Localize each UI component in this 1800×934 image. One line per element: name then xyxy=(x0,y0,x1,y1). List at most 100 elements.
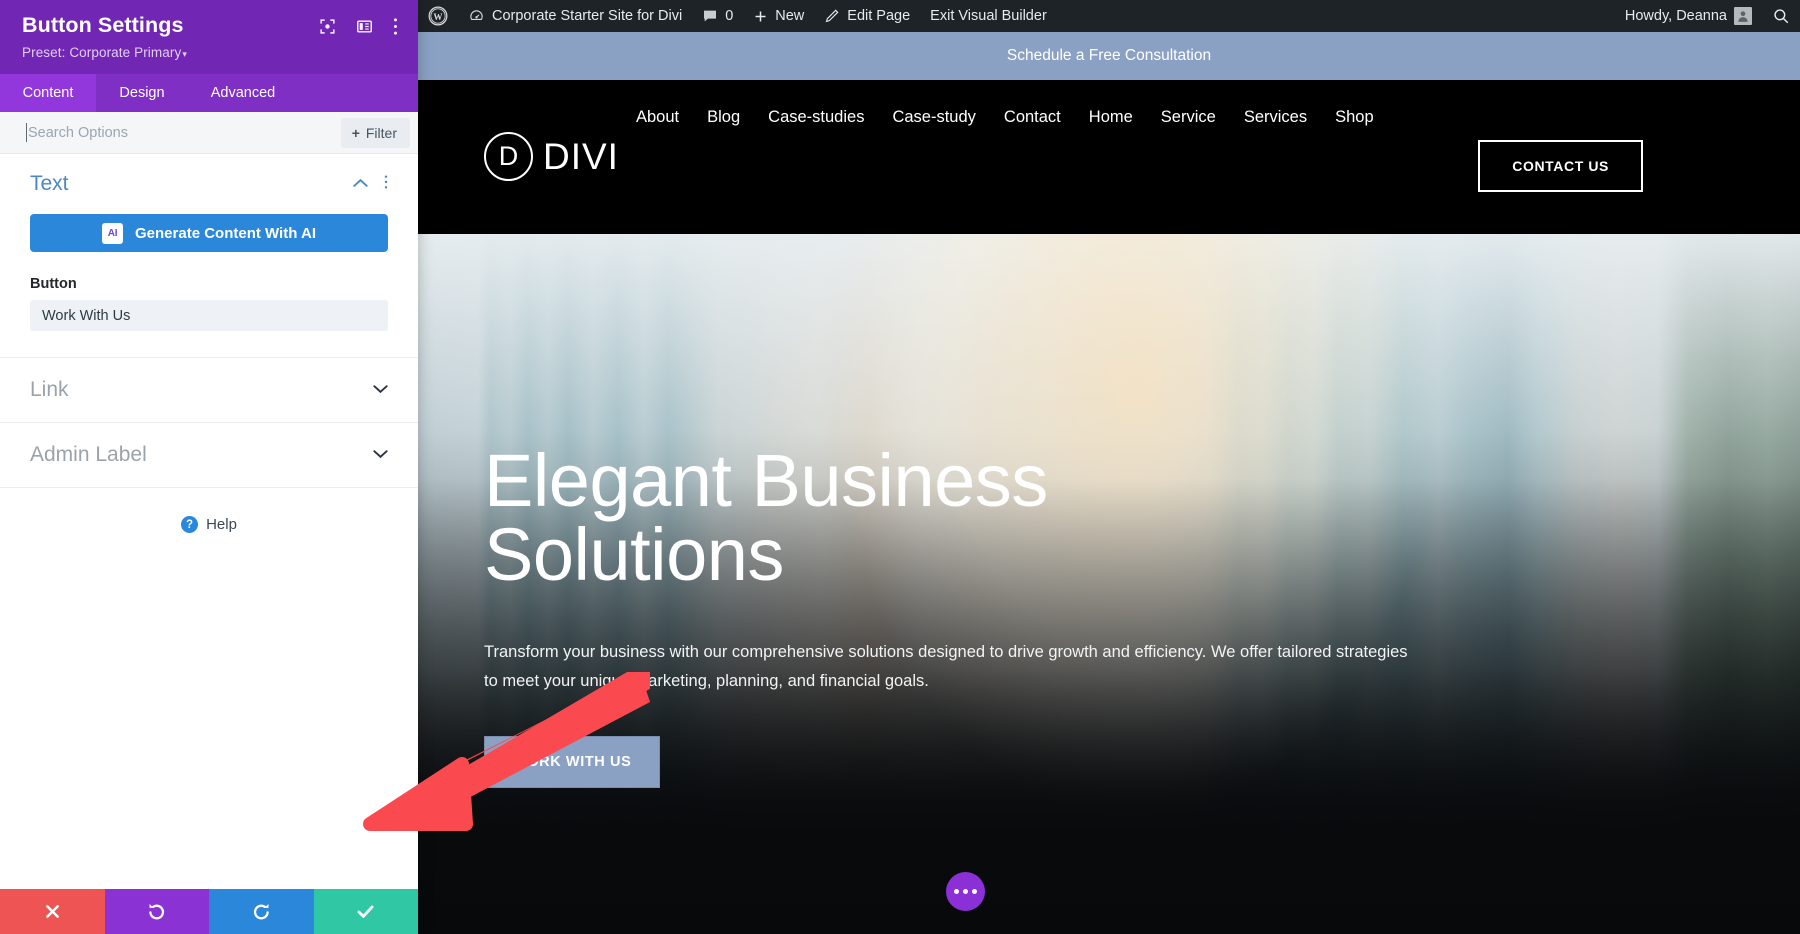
header-contact-us-button[interactable]: CONTACT US xyxy=(1478,140,1643,192)
search-input[interactable] xyxy=(0,125,341,141)
hero-work-with-us-button[interactable]: WORK WITH US xyxy=(484,736,660,788)
section-link[interactable]: Link xyxy=(0,358,418,423)
redo-button[interactable] xyxy=(209,889,314,934)
divi-logo-text: DIVI xyxy=(543,136,619,178)
hero-section: Elegant Business Solutions Transform you… xyxy=(418,234,1800,934)
hero-title: Elegant Business Solutions xyxy=(484,444,1244,592)
nav-item-services[interactable]: Services xyxy=(1244,108,1307,127)
chevron-down-icon: ▾ xyxy=(182,49,187,59)
more-options-icon[interactable] xyxy=(393,17,398,41)
panel-header-icons xyxy=(319,12,398,41)
dot-3-icon xyxy=(972,889,977,894)
pencil-icon xyxy=(824,8,840,24)
filter-button-label: Filter xyxy=(366,125,397,141)
wp-logo-menu[interactable]: W xyxy=(418,0,458,32)
help-link[interactable]: ? Help xyxy=(0,488,418,533)
tab-advanced[interactable]: Advanced xyxy=(188,74,298,112)
wp-new[interactable]: New xyxy=(743,0,814,32)
nav-item-contact[interactable]: Contact xyxy=(1004,108,1061,127)
cancel-button[interactable] xyxy=(0,889,105,934)
preset-selector[interactable]: Preset: Corporate Primary▾ xyxy=(22,45,398,60)
chevron-down-icon[interactable] xyxy=(373,381,388,399)
chevron-up-icon[interactable] xyxy=(353,175,368,193)
panel-layout-icon[interactable] xyxy=(356,18,373,40)
section-admin-label[interactable]: Admin Label xyxy=(0,423,418,488)
nav-item-blog[interactable]: Blog xyxy=(707,108,740,127)
button-field-label: Button xyxy=(30,276,388,292)
preset-label: Preset: Corporate Primary xyxy=(22,45,181,60)
wp-edit-page[interactable]: Edit Page xyxy=(814,0,920,32)
help-label: Help xyxy=(206,516,237,533)
divi-logo-mark: D xyxy=(484,132,533,181)
save-button[interactable] xyxy=(314,889,419,934)
button-settings-panel: Button Settings xyxy=(0,0,418,934)
section-text-title: Text xyxy=(30,172,69,196)
wp-new-label: New xyxy=(775,8,804,24)
wp-exit-builder-label: Exit Visual Builder xyxy=(930,8,1047,24)
tab-design[interactable]: Design xyxy=(96,74,188,112)
dot-1-icon xyxy=(954,889,959,894)
wp-account-menu[interactable]: Howdy, Deanna xyxy=(1615,0,1762,32)
avatar xyxy=(1734,7,1752,25)
chevron-down-icon[interactable] xyxy=(373,446,388,464)
comment-icon xyxy=(702,8,718,24)
hero-content: Elegant Business Solutions Transform you… xyxy=(484,444,1740,788)
panel-tabs: Content Design Advanced xyxy=(0,74,418,112)
nav-item-home[interactable]: Home xyxy=(1089,108,1133,127)
wp-edit-page-label: Edit Page xyxy=(847,8,910,24)
panel-header: Button Settings xyxy=(0,0,418,74)
screen-root: W Corporate Starter Site for Divi 0 xyxy=(0,0,1800,934)
panel-body: Text xyxy=(0,154,418,889)
search-row: + Filter xyxy=(0,112,418,154)
generate-content-with-ai-button[interactable]: AI Generate Content With AI xyxy=(30,214,388,252)
dot-2-icon xyxy=(963,889,968,894)
wp-admin-bar: W Corporate Starter Site for Divi 0 xyxy=(418,0,1800,32)
nav-item-about[interactable]: About xyxy=(636,108,679,127)
checkmark-icon xyxy=(355,901,376,922)
announcement-bar[interactable]: Schedule a Free Consultation xyxy=(418,32,1800,80)
announcement-text: Schedule a Free Consultation xyxy=(1007,47,1211,65)
search-icon xyxy=(1772,7,1790,25)
site-logo[interactable]: D DIVI xyxy=(484,132,619,181)
section-text-header[interactable]: Text xyxy=(30,172,388,196)
undo-icon xyxy=(146,901,167,922)
user-icon xyxy=(1736,9,1750,23)
ai-badge-icon: AI xyxy=(102,223,123,244)
wp-site-name[interactable]: Corporate Starter Site for Divi xyxy=(458,0,692,32)
nav-item-shop[interactable]: Shop xyxy=(1335,108,1374,127)
section-link-title: Link xyxy=(30,378,69,402)
close-icon xyxy=(43,902,62,921)
button-text-input[interactable] xyxy=(30,300,388,331)
nav-item-case-study[interactable]: Case-study xyxy=(892,108,975,127)
wp-comments[interactable]: 0 xyxy=(692,0,743,32)
wp-site-name-label: Corporate Starter Site for Divi xyxy=(492,8,682,24)
section-admin-label-title: Admin Label xyxy=(30,443,147,467)
dashboard-icon xyxy=(468,8,485,25)
redo-icon xyxy=(251,901,272,922)
help-icon: ? xyxy=(181,516,198,533)
focus-module-icon[interactable] xyxy=(319,18,336,40)
wp-howdy-label: Howdy, Deanna xyxy=(1625,8,1727,24)
page-settings-fab[interactable] xyxy=(946,872,985,911)
primary-navigation: About Blog Case-studies Case-study Conta… xyxy=(636,108,1396,127)
plus-icon xyxy=(753,9,768,24)
site-preview: W Corporate Starter Site for Divi 0 xyxy=(418,0,1800,934)
nav-item-case-studies[interactable]: Case-studies xyxy=(768,108,864,127)
site-header: D DIVI About Blog Case-studies Case-stud… xyxy=(418,80,1800,234)
plus-icon: + xyxy=(352,125,360,141)
hero-subtitle: Transform your business with our compreh… xyxy=(484,638,1414,696)
section-more-options-icon[interactable] xyxy=(384,174,388,195)
wordpress-icon: W xyxy=(428,6,448,26)
page-title: Button Settings xyxy=(22,12,184,39)
section-text: Text xyxy=(0,154,418,358)
wp-exit-visual-builder[interactable]: Exit Visual Builder xyxy=(920,0,1057,32)
panel-action-bar xyxy=(0,889,418,934)
wp-search-button[interactable] xyxy=(1762,0,1800,32)
section-text-controls xyxy=(353,174,388,195)
filter-button[interactable]: + Filter xyxy=(341,118,410,148)
wp-comments-count: 0 xyxy=(725,8,733,24)
undo-button[interactable] xyxy=(105,889,210,934)
text-cursor xyxy=(26,123,27,142)
tab-content[interactable]: Content xyxy=(0,74,96,112)
nav-item-service[interactable]: Service xyxy=(1161,108,1216,127)
